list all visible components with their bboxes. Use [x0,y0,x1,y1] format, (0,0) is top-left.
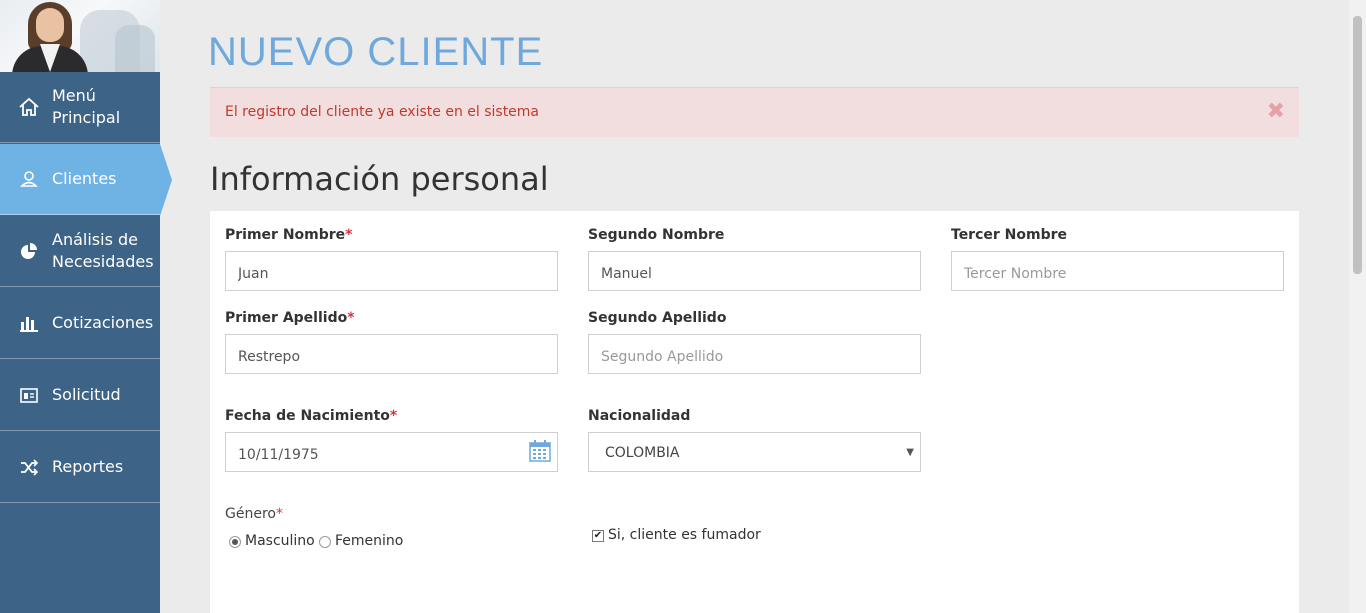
chevron-down-icon: ▼ [906,447,914,458]
sidebar-item-solicitud[interactable]: Solicitud [0,360,160,431]
nacionalidad-select[interactable]: COLOMBIA ▼ [588,432,921,472]
fecha-nacimiento-input[interactable] [225,432,558,472]
primer-nombre-label: Primer Nombre* [225,227,353,243]
nacionalidad-selected: COLOMBIA [605,445,680,461]
user-avatar [0,0,160,72]
fumador-checkbox[interactable]: ✔ [592,530,604,542]
sidebar-item-label: Necesidades [52,252,154,271]
sidebar-item-label: Análisis de [52,230,138,249]
sidebar-item-reportes[interactable]: Reportes [0,432,160,503]
segundo-apellido-label: Segundo Apellido [588,310,727,326]
tercer-nombre-input[interactable] [951,251,1284,291]
sidebar-item-menu-principal[interactable]: Menú Principal [0,72,160,143]
required-mark: * [347,310,355,326]
segundo-nombre-label: Segundo Nombre [588,227,725,243]
segundo-apellido-input[interactable] [588,334,921,374]
page-scrollbar[interactable] [1349,0,1366,613]
close-icon[interactable]: ✖ [1267,100,1285,124]
required-mark: * [275,506,283,522]
genero-masculino-label[interactable]: Masculino [245,533,315,549]
sidebar-item-label: Principal [52,108,121,127]
fecha-nacimiento-label: Fecha de Nacimiento* [225,408,398,424]
sidebar-item-label: Solicitud [52,385,121,404]
personal-info-form: Primer Nombre* Segundo Nombre Tercer Nom… [210,211,1299,613]
error-alert: El registro del cliente ya existe en el … [210,87,1299,137]
calendar-icon[interactable] [529,440,551,462]
sidebar-item-label: Clientes [52,169,117,188]
fecha-nacimiento-field [225,432,558,472]
tercer-nombre-label: Tercer Nombre [951,227,1068,243]
genero-femenino-label[interactable]: Femenino [335,533,403,549]
sidebar: Menú Principal Clientes Análisis de Nece… [0,0,172,613]
required-mark: * [345,227,353,243]
alert-message: El registro del cliente ya existe en el … [225,104,540,120]
segundo-nombre-input[interactable] [588,251,921,291]
bar-chart-icon [18,312,40,334]
sidebar-item-clientes[interactable]: Clientes [0,144,172,216]
required-mark: * [389,408,398,424]
primer-apellido-label: Primer Apellido* [225,310,355,326]
nacionalidad-label: Nacionalidad [588,408,691,424]
primer-nombre-input[interactable] [225,251,558,291]
scrollbar-thumb[interactable] [1353,16,1362,274]
page-title: NUEVO CLIENTE [208,30,544,74]
pie-chart-icon [18,240,40,262]
shuffle-icon [18,456,40,478]
sidebar-item-cotizaciones[interactable]: Cotizaciones [0,288,160,359]
genero-masculino-radio[interactable] [229,536,241,548]
genero-label: Género* [225,506,283,522]
sidebar-item-analisis[interactable]: Análisis de Necesidades [0,216,160,287]
form-icon [18,384,40,406]
sidebar-item-label: Cotizaciones [52,313,154,332]
sidebar-item-label: Reportes [52,457,124,476]
user-icon [18,168,40,190]
fumador-label[interactable]: Si, cliente es fumador [608,527,761,543]
genero-femenino-radio[interactable] [319,536,331,548]
section-title: Información personal [210,160,549,198]
sidebar-item-label: Menú [52,86,96,105]
primer-apellido-input[interactable] [225,334,558,374]
home-icon [18,96,40,118]
